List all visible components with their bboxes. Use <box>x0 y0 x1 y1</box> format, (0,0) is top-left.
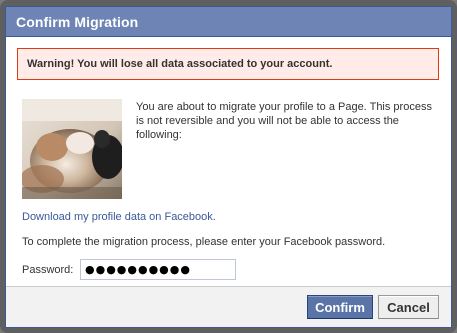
password-label: Password: <box>22 264 74 276</box>
warning-text: Warning! You will lose all data associat… <box>27 58 333 70</box>
migration-message: You are about to migrate your profile to… <box>136 101 432 141</box>
warning-box: Warning! You will lose all data associat… <box>17 48 439 80</box>
password-input[interactable] <box>80 259 236 280</box>
dialog-title: Confirm Migration <box>16 13 139 30</box>
download-profile-data-link[interactable]: Download my profile data on Facebook. <box>22 211 216 223</box>
dialog-title-bar: Confirm Migration <box>6 7 451 37</box>
cancel-button[interactable]: Cancel <box>378 295 439 319</box>
dialog-body: Warning! You will lose all data associat… <box>6 37 451 285</box>
dialog-footer: Confirm Cancel <box>6 286 451 327</box>
confirm-button[interactable]: Confirm <box>307 295 373 319</box>
profile-photo <box>22 99 122 199</box>
dialog-shadow-frame: Confirm Migration Warning! You will lose… <box>0 0 457 333</box>
password-instructions: To complete the migration process, pleas… <box>22 236 386 248</box>
confirm-migration-dialog: Confirm Migration Warning! You will lose… <box>5 6 452 328</box>
profile-photo-image <box>22 99 122 199</box>
